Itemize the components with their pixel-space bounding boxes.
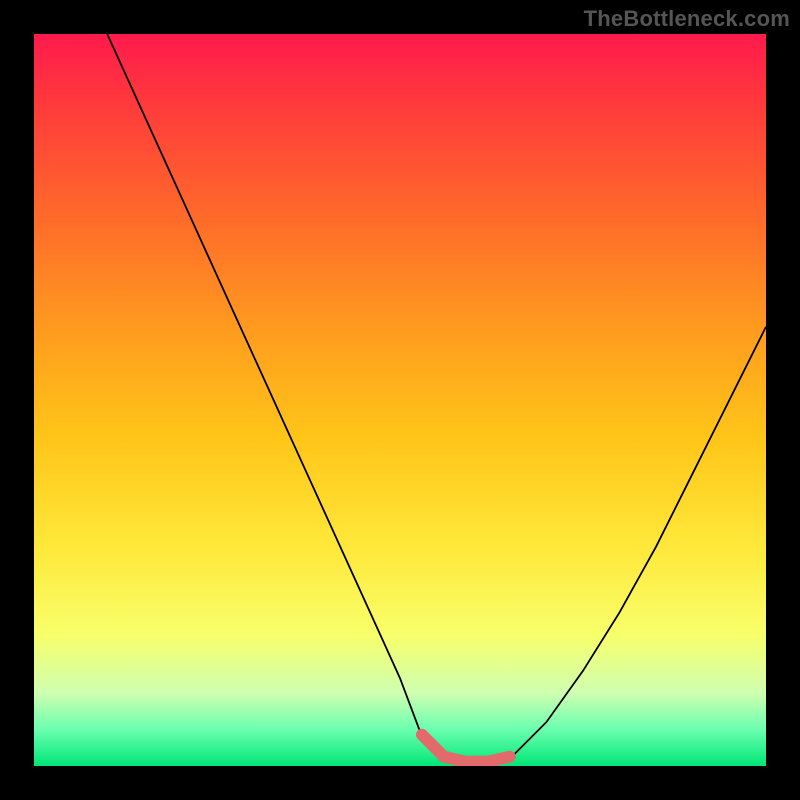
bottleneck-curve bbox=[107, 34, 766, 766]
watermark-label: TheBottleneck.com bbox=[584, 6, 790, 32]
chart-svg bbox=[34, 34, 766, 766]
optimal-trough-highlight bbox=[422, 735, 510, 762]
chart-frame: TheBottleneck.com bbox=[0, 0, 800, 800]
plot-area bbox=[34, 34, 766, 766]
